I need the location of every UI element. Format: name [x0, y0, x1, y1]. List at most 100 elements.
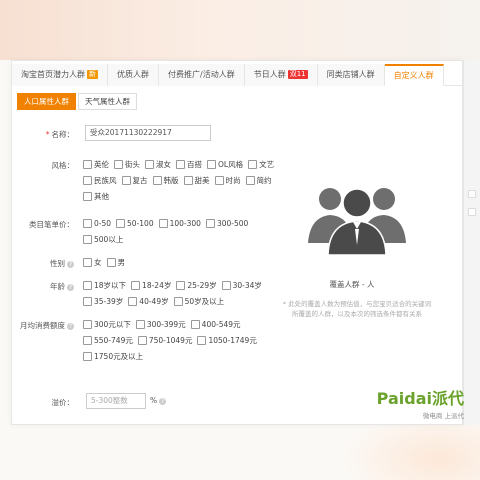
checkbox[interactable]	[145, 160, 154, 169]
option-label: 英伦	[94, 160, 109, 169]
checkbox[interactable]	[83, 235, 92, 244]
age-option[interactable]: 50岁及以上	[173, 296, 224, 307]
bid-input[interactable]: 5-300整数	[86, 393, 146, 409]
style-option[interactable]: 复古	[121, 175, 148, 186]
spend-option[interactable]: 1050-1749元	[197, 335, 257, 346]
option-label: 300-399元	[146, 320, 186, 329]
spend-option[interactable]: 550-749元	[83, 335, 133, 346]
checkbox[interactable]	[83, 160, 92, 169]
checkbox[interactable]	[106, 258, 116, 267]
spend-option[interactable]: 400-549元	[190, 319, 241, 330]
spend-option[interactable]: 300-399元	[135, 319, 186, 330]
spend-option[interactable]: 750-1049元	[137, 335, 192, 346]
style-option[interactable]: 民族风	[83, 175, 117, 186]
checkbox[interactable]	[183, 176, 193, 185]
checkbox[interactable]	[152, 176, 162, 185]
checkbox[interactable]	[128, 297, 138, 306]
help-icon[interactable]: ?	[67, 284, 74, 291]
style-option[interactable]: 甜美	[183, 175, 210, 186]
price-option[interactable]: 500以上	[83, 234, 123, 245]
help-icon[interactable]: ?	[67, 323, 74, 330]
checkbox[interactable]	[83, 176, 92, 185]
checkbox[interactable]	[135, 320, 145, 329]
style-option[interactable]: 淑女	[145, 159, 171, 170]
tab-bar: 淘宝首页潜力人群新 优质人群 付费推广/活动人群 节日人群 双11 同类店铺人群 …	[12, 64, 464, 86]
age-option[interactable]: 18岁以下	[83, 280, 126, 291]
option-label: 男	[117, 258, 126, 267]
style-option[interactable]: 其他	[83, 191, 293, 202]
checkbox[interactable]	[83, 281, 92, 290]
option-label: 文艺	[259, 160, 275, 169]
spend-option[interactable]: 300元以下	[83, 319, 131, 330]
age-option[interactable]: 35-39岁	[83, 296, 123, 307]
tab-paid-promotion[interactable]: 付费推广/活动人群	[159, 64, 245, 86]
option-label: 30-34岁	[232, 281, 262, 290]
age-option[interactable]: 25-29岁	[176, 280, 217, 291]
style-option[interactable]: 街头	[114, 159, 140, 170]
option-label: 韩版	[163, 176, 179, 185]
style-option[interactable]: 时尚	[214, 175, 241, 186]
style-option[interactable]: 百搭	[176, 159, 202, 170]
tab-taobao-homepage[interactable]: 淘宝首页潜力人群新	[12, 64, 108, 86]
style-option[interactable]: 韩版	[152, 175, 179, 186]
style-option[interactable]: 英伦	[83, 159, 109, 170]
help-icon[interactable]: ?	[67, 261, 74, 268]
checkbox[interactable]	[173, 297, 183, 306]
style-options: 英伦 街头 淑女 百搭 OL风格 文艺 民族风 复古 韩版 甜美 时尚 简约 其…	[83, 159, 293, 202]
gender-option-male[interactable]: 男	[106, 257, 126, 268]
checkbox[interactable]	[176, 281, 186, 290]
checkbox[interactable]	[131, 281, 141, 290]
option-label: 淑女	[156, 160, 171, 169]
tab-holiday[interactable]: 节日人群 双11	[244, 64, 318, 86]
checkbox[interactable]	[83, 219, 92, 228]
checkbox[interactable]	[158, 219, 168, 228]
checkbox[interactable]	[83, 258, 92, 267]
subtab-weather[interactable]: 天气属性人群	[78, 93, 137, 110]
tab-custom[interactable]: 自定义人群	[384, 64, 444, 86]
checkbox[interactable]	[83, 352, 92, 361]
option-label: 其他	[94, 192, 109, 201]
checkbox[interactable]	[116, 219, 126, 228]
checkbox[interactable]	[83, 336, 92, 345]
price-options: 0-50 50-100 100-300 300-500 500以上	[83, 218, 258, 245]
option-label: 550-749元	[94, 336, 133, 345]
price-option[interactable]: 50-100	[116, 218, 154, 229]
tab-label: 同类店铺人群	[326, 70, 375, 79]
subtab-demographic[interactable]: 人口属性人群	[17, 93, 76, 110]
name-input[interactable]: 受众20171130222917	[85, 125, 211, 141]
checkbox[interactable]	[214, 176, 224, 185]
tab-quality[interactable]: 优质人群	[108, 64, 159, 86]
logo-tagline: 微电商 上派代	[422, 412, 464, 420]
checkbox[interactable]	[83, 192, 92, 201]
checkbox[interactable]	[121, 176, 131, 185]
checkbox[interactable]	[248, 160, 258, 169]
age-option[interactable]: 18-24岁	[131, 280, 171, 291]
option-label: 民族风	[94, 176, 117, 185]
option-label: 300-500	[216, 219, 249, 228]
checkbox[interactable]	[207, 160, 216, 169]
help-icon[interactable]: ?	[159, 398, 167, 405]
checkbox[interactable]	[221, 281, 231, 290]
checkbox[interactable]	[137, 336, 147, 345]
checkbox[interactable]	[114, 160, 123, 169]
checkbox[interactable]	[190, 320, 200, 329]
checkbox[interactable]	[197, 336, 207, 345]
checkbox[interactable]	[176, 160, 185, 169]
age-option[interactable]: 40-49岁	[128, 296, 169, 307]
checkbox[interactable]	[205, 219, 215, 228]
price-option[interactable]: 300-500	[205, 218, 249, 229]
option-label: 0-50	[94, 219, 112, 228]
age-option[interactable]: 30-34岁	[221, 280, 262, 291]
spend-option[interactable]: 1750元及以上	[83, 351, 143, 362]
style-option[interactable]: 文艺	[248, 159, 274, 170]
style-option[interactable]: 简约	[245, 175, 272, 186]
price-option[interactable]: 100-300	[158, 218, 201, 229]
checkbox[interactable]	[83, 320, 92, 329]
price-option[interactable]: 0-50	[83, 218, 111, 229]
style-option[interactable]: OL风格	[207, 159, 243, 170]
checkbox[interactable]	[245, 176, 255, 185]
checkbox[interactable]	[83, 297, 92, 306]
tab-similar-shops[interactable]: 同类店铺人群	[317, 64, 385, 86]
gender-option-female[interactable]: 女	[83, 257, 102, 268]
tab-label: 自定义人群	[393, 71, 434, 80]
